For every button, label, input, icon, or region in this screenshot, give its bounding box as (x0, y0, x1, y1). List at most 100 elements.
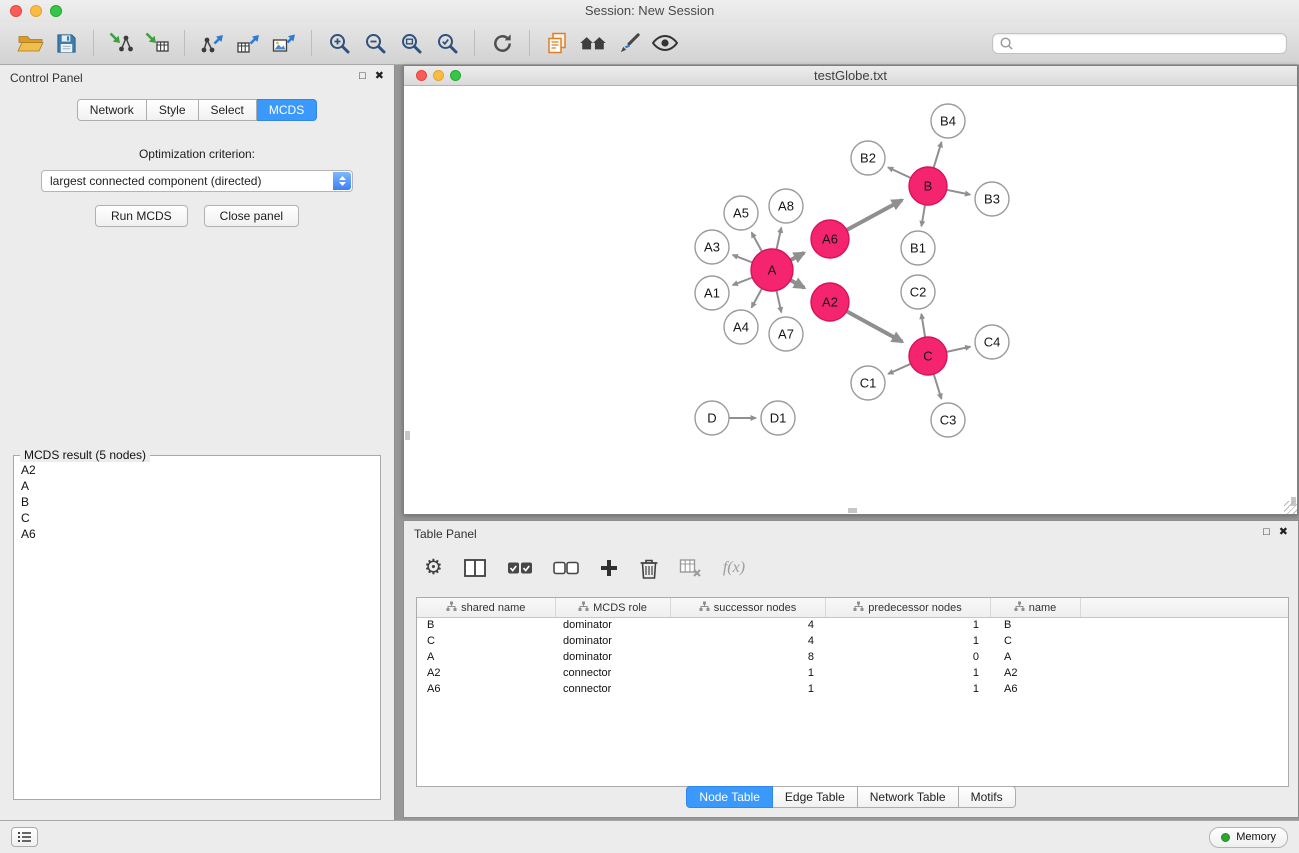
cell-successor-nodes[interactable]: 1 (670, 665, 825, 681)
delete-table-button[interactable] (679, 553, 703, 583)
tab-network[interactable]: Network (77, 99, 147, 121)
cell-predecessor-nodes[interactable]: 1 (825, 633, 990, 649)
close-panel-button[interactable]: Close panel (204, 205, 299, 227)
node-table-container[interactable]: shared nameMCDS rolesuccessor nodesprede… (416, 597, 1289, 787)
search-box[interactable] (992, 33, 1287, 54)
cell-predecessor-nodes[interactable]: 1 (825, 681, 990, 697)
cell-MCDS-role[interactable]: dominator (555, 633, 670, 649)
annotation-button[interactable] (539, 26, 575, 60)
deselect-all-button[interactable] (553, 553, 579, 583)
column-header-MCDS-role[interactable]: MCDS role (555, 598, 670, 617)
node-A[interactable]: A (751, 249, 793, 291)
edge-A-A3[interactable] (733, 255, 753, 263)
node-B3[interactable]: B3 (975, 182, 1009, 216)
zoom-fit-button[interactable] (393, 26, 429, 60)
cell-successor-nodes[interactable]: 1 (670, 681, 825, 697)
close-panel-icon[interactable]: ✖ (375, 69, 384, 83)
node-A5[interactable]: A5 (724, 196, 758, 230)
float-panel-icon[interactable]: □ (1263, 525, 1270, 539)
column-header-predecessor-nodes[interactable]: predecessor nodes (825, 598, 990, 617)
column-header-successor-nodes[interactable]: successor nodes (670, 598, 825, 617)
result-item[interactable]: C (21, 510, 373, 526)
node-B2[interactable]: B2 (851, 141, 885, 175)
node-C4[interactable]: C4 (975, 325, 1009, 359)
cell-shared-name[interactable]: C (417, 633, 555, 649)
export-image-button[interactable] (266, 26, 302, 60)
zoom-in-button[interactable] (321, 26, 357, 60)
import-table-button[interactable] (139, 26, 175, 60)
paint-button[interactable] (611, 26, 647, 60)
edge-A-A6[interactable] (791, 253, 805, 260)
horizontal-scroll-indicator[interactable] (848, 508, 857, 513)
node-C[interactable]: C (909, 337, 947, 375)
optimization-criterion-select[interactable]: largest connected component (directed) (41, 170, 353, 192)
minimize-network-window-button[interactable] (433, 70, 444, 81)
memory-button[interactable]: Memory (1209, 827, 1288, 848)
edge-C-C4[interactable] (947, 347, 971, 352)
cell-name[interactable]: A (990, 649, 1080, 665)
node-A8[interactable]: A8 (769, 189, 803, 223)
close-network-window-button[interactable] (416, 70, 427, 81)
edge-B-B4[interactable] (934, 142, 942, 168)
zoom-out-button[interactable] (357, 26, 393, 60)
mcds-result-list[interactable]: A2 A B C A6 (14, 456, 380, 548)
result-item[interactable]: B (21, 494, 373, 510)
tab-edge-table[interactable]: Edge Table (773, 786, 858, 808)
edge-B-B3[interactable] (947, 190, 971, 195)
open-session-button[interactable] (12, 26, 48, 60)
edge-A2-C[interactable] (847, 311, 903, 342)
export-table-button[interactable] (230, 26, 266, 60)
node-A7[interactable]: A7 (769, 317, 803, 351)
cell-shared-name[interactable]: A6 (417, 681, 555, 697)
cell-name[interactable]: B (990, 617, 1080, 633)
zoom-selected-button[interactable] (429, 26, 465, 60)
node-A3[interactable]: A3 (695, 230, 729, 264)
cell-name[interactable]: A6 (990, 681, 1080, 697)
cell-predecessor-nodes[interactable]: 1 (825, 665, 990, 681)
tab-mcds[interactable]: MCDS (257, 99, 317, 121)
node-B[interactable]: B (909, 167, 947, 205)
node-A1[interactable]: A1 (695, 276, 729, 310)
show-details-button[interactable] (647, 26, 683, 60)
network-window-titlebar[interactable]: testGlobe.txt (404, 66, 1297, 86)
function-builder-button[interactable]: f(x) (723, 553, 745, 583)
tab-style[interactable]: Style (147, 99, 199, 121)
node-C3[interactable]: C3 (931, 403, 965, 437)
result-item[interactable]: A2 (21, 462, 373, 478)
cell-name[interactable]: C (990, 633, 1080, 649)
cell-shared-name[interactable]: B (417, 617, 555, 633)
search-input[interactable] (1014, 35, 1280, 51)
cell-successor-nodes[interactable]: 8 (670, 649, 825, 665)
node-C2[interactable]: C2 (901, 275, 935, 309)
resize-grip[interactable] (1284, 501, 1297, 514)
cell-successor-nodes[interactable]: 4 (670, 633, 825, 649)
edge-C-C3[interactable] (934, 374, 942, 399)
table-row-A6[interactable]: A6connector11A6 (417, 681, 1288, 697)
tab-motifs[interactable]: Motifs (959, 786, 1016, 808)
cell-shared-name[interactable]: A (417, 649, 555, 665)
table-row-A2[interactable]: A2connector11A2 (417, 665, 1288, 681)
show-columns-button[interactable] (463, 553, 487, 583)
table-row-C[interactable]: Cdominator41C (417, 633, 1288, 649)
edge-A-A1[interactable] (733, 278, 753, 286)
refresh-button[interactable] (484, 26, 520, 60)
cell-predecessor-nodes[interactable]: 0 (825, 649, 990, 665)
edge-C-C2[interactable] (921, 314, 925, 337)
cell-MCDS-role[interactable]: connector (555, 665, 670, 681)
node-D[interactable]: D (695, 401, 729, 435)
tab-select[interactable]: Select (199, 99, 257, 121)
edge-A-A7[interactable] (777, 291, 782, 313)
zoom-network-window-button[interactable] (450, 70, 461, 81)
node-D1[interactable]: D1 (761, 401, 795, 435)
vertical-scroll-indicator[interactable] (405, 431, 410, 440)
result-item[interactable]: A6 (21, 526, 373, 542)
cell-predecessor-nodes[interactable]: 1 (825, 617, 990, 633)
cell-MCDS-role[interactable]: connector (555, 681, 670, 697)
table-row-B[interactable]: Bdominator41B (417, 617, 1288, 633)
node-C1[interactable]: C1 (851, 366, 885, 400)
edge-A-A2[interactable] (790, 280, 804, 288)
node-B1[interactable]: B1 (901, 231, 935, 265)
table-settings-button[interactable]: ⚙ (424, 553, 443, 583)
edge-B-B2[interactable] (888, 167, 911, 178)
run-mcds-button[interactable]: Run MCDS (95, 205, 188, 227)
